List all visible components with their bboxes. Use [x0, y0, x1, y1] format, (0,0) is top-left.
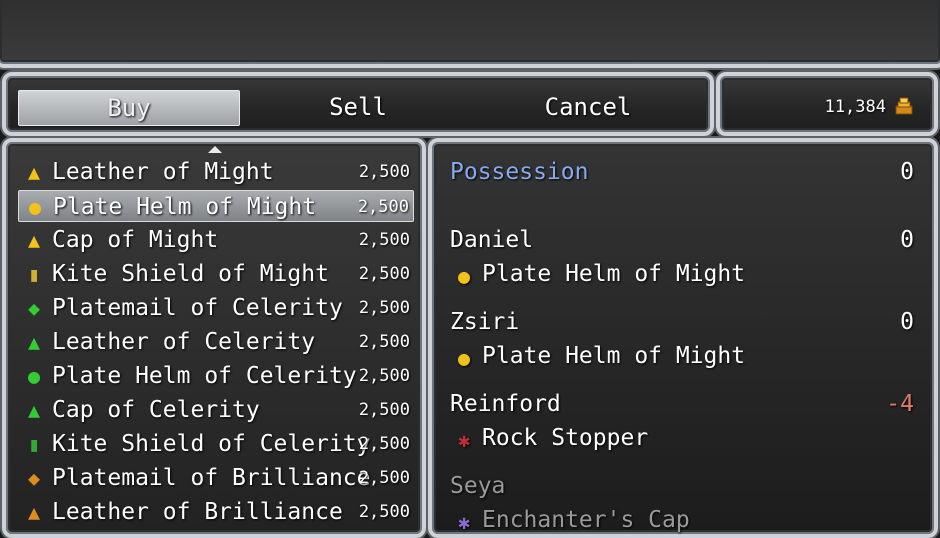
item-price: 2,500 [358, 298, 410, 318]
item-price: 2,500 [358, 502, 410, 522]
helm-icon: ● [27, 364, 41, 388]
armor-icon: ▲ [27, 330, 41, 354]
item-price: 2,500 [358, 434, 410, 454]
item-price: 2,500 [358, 468, 410, 488]
item-name: Leather of Brilliance [52, 499, 343, 525]
cap-icon: ▲ [27, 398, 41, 422]
gold-coin-icon [895, 97, 913, 115]
buy-item-list: ▲ Leather of Might 2,500 ● Plate Helm of… [2, 138, 426, 538]
cap-icon: ▲ [27, 228, 41, 252]
help-window [0, 0, 940, 68]
item-price: 2,500 [358, 366, 410, 386]
item-price: 2,500 [358, 332, 410, 352]
item-price: 2,500 [357, 197, 409, 217]
stat-change: 0 [900, 309, 914, 335]
gold-amount: 11,384 [824, 97, 886, 117]
item-name: Leather of Celerity [52, 329, 316, 355]
list-item[interactable]: ● Plate Helm of Celerity 2,500 [18, 360, 414, 392]
equipped-item: ✱ Rock Stopper [452, 422, 648, 454]
list-item[interactable]: ▲ Cap of Celerity 2,500 [18, 394, 414, 426]
equipped-item-name: Plate Helm of Might [482, 343, 746, 369]
equipped-item-name: Enchanter's Cap [482, 507, 690, 533]
list-item[interactable]: ▲ Leather of Might 2,500 [18, 156, 414, 188]
actor-name: Zsiri [450, 309, 520, 335]
helm-icon: ● [457, 346, 471, 370]
actor-name: Reinford [450, 391, 561, 417]
stat-change: 0 [900, 227, 914, 253]
status-window: Possession 0 Daniel 0 ● Plate Helm of Mig… [428, 138, 938, 538]
equipped-item: ✱ Enchanter's Cap [452, 504, 690, 536]
list-item[interactable]: ▲ Cap of Might 2,500 [18, 224, 414, 256]
enchanter-cap-icon: ✱ [457, 510, 471, 534]
gold-window: 11,384 [716, 72, 938, 136]
platemail-icon: ◆ [27, 466, 41, 490]
actor-name: Seya [450, 473, 506, 499]
list-item[interactable]: ▮ Kite Shield of Might 2,500 [18, 258, 414, 290]
helm-icon: ● [457, 264, 471, 288]
rock-helm-icon: ✱ [457, 428, 471, 452]
list-item[interactable]: ◆ Platemail of Brilliance 2,500 [18, 462, 414, 494]
item-name: Platemail of Celerity [52, 295, 343, 321]
item-name: Cap of Celerity [52, 397, 260, 423]
item-name: Plate Helm of Might [53, 194, 317, 220]
armor-icon: ▲ [27, 160, 41, 184]
cancel-command[interactable]: Cancel [478, 90, 698, 124]
equipped-item-name: Plate Helm of Might [482, 261, 746, 287]
list-item[interactable]: ● Plate Helm of Might 2,500 [18, 190, 414, 222]
list-item[interactable]: ▲ Leather of Celerity 2,500 [18, 326, 414, 358]
buy-command[interactable]: Buy [18, 90, 240, 126]
stat-change: -4 [886, 391, 914, 417]
helm-icon: ● [28, 195, 42, 219]
shield-icon: ▮ [27, 432, 41, 456]
item-name: Kite Shield of Might [52, 261, 329, 287]
actor-name: Daniel [450, 227, 534, 253]
item-name: Platemail of Brilliance [52, 465, 371, 491]
command-window: Buy Sell Cancel [2, 72, 714, 136]
equipped-item: ● Plate Helm of Might [452, 258, 745, 290]
item-name: Cap of Might [52, 227, 219, 253]
item-price: 2,500 [358, 400, 410, 420]
equipped-item-name: Rock Stopper [482, 425, 649, 451]
item-name: Leather of Might [52, 159, 274, 185]
item-price: 2,500 [358, 162, 410, 182]
item-price: 2,500 [358, 264, 410, 284]
platemail-icon: ◆ [27, 296, 41, 320]
possession-value: 0 [900, 159, 914, 185]
equipped-item: ● Plate Helm of Might [452, 340, 745, 372]
armor-icon: ▲ [27, 500, 41, 524]
item-name: Kite Shield of Celerity [52, 431, 371, 457]
shield-icon: ▮ [27, 262, 41, 286]
sell-command[interactable]: Sell [248, 90, 468, 124]
list-item[interactable]: ▮ Kite Shield of Celerity 2,500 [18, 428, 414, 460]
item-name: Plate Helm of Celerity [52, 363, 357, 389]
scroll-up-arrow-icon[interactable] [208, 146, 222, 153]
possession-label: Possession [450, 159, 589, 185]
list-item[interactable]: ◆ Platemail of Celerity 2,500 [18, 292, 414, 324]
list-item[interactable]: ▲ Leather of Brilliance 2,500 [18, 496, 414, 528]
item-price: 2,500 [358, 230, 410, 250]
